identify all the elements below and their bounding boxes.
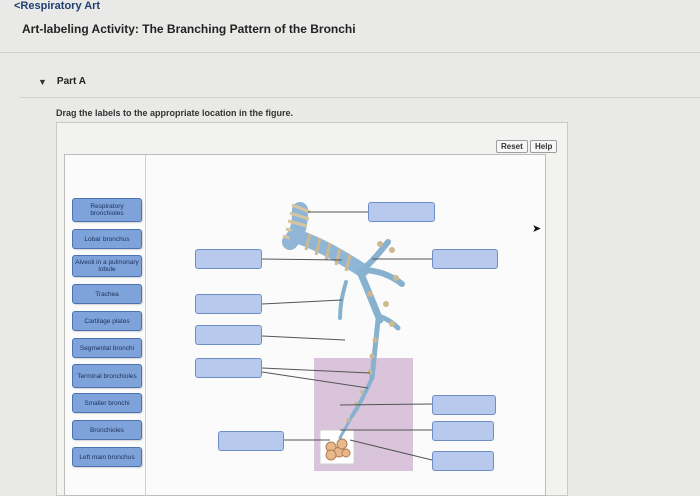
label-chip[interactable]: Smaller bronchi [72, 393, 142, 413]
drop-target[interactable] [218, 431, 284, 451]
drop-target[interactable] [432, 451, 494, 471]
collapse-triangle-icon[interactable]: ▼ [38, 77, 47, 87]
instructions-text: Drag the labels to the appropriate locat… [56, 108, 294, 118]
label-bank-divider [145, 155, 146, 496]
label-chip[interactable]: Cartilage plates [72, 311, 142, 331]
drop-target[interactable] [195, 249, 262, 269]
activity-title: Art-labeling Activity: The Branching Pat… [22, 22, 356, 36]
part-label: Part A [56, 76, 87, 87]
label-chip[interactable]: Lobar bronchus [72, 229, 142, 249]
label-chip[interactable]: Left main bronchus [72, 447, 142, 467]
drop-target[interactable] [432, 421, 494, 441]
drop-target[interactable] [368, 202, 435, 222]
part-a-header[interactable]: ▼ Part A [38, 76, 86, 87]
label-chip[interactable]: Bronchioles [72, 420, 142, 440]
mouse-cursor-icon: ➤ [532, 223, 542, 235]
label-chip[interactable]: Terminal bronchioles [72, 364, 142, 388]
drop-target[interactable] [195, 294, 262, 314]
drop-target[interactable] [432, 249, 498, 269]
drop-target[interactable] [432, 395, 496, 415]
label-chip[interactable]: Segmental bronchi [72, 338, 142, 358]
reset-button[interactable]: Reset [496, 140, 528, 153]
label-chip[interactable]: Alveoli in a pulmonary lobule [72, 255, 142, 277]
help-button[interactable]: Help [530, 140, 558, 153]
divider [20, 97, 700, 98]
divider [0, 52, 700, 53]
label-chip[interactable]: Respiratory bronchioles [72, 198, 142, 222]
drop-target[interactable] [195, 325, 262, 345]
label-chip[interactable]: Trachea [72, 284, 142, 304]
drop-target[interactable] [195, 358, 262, 378]
breadcrumb-link[interactable]: <Respiratory Art [14, 0, 100, 12]
